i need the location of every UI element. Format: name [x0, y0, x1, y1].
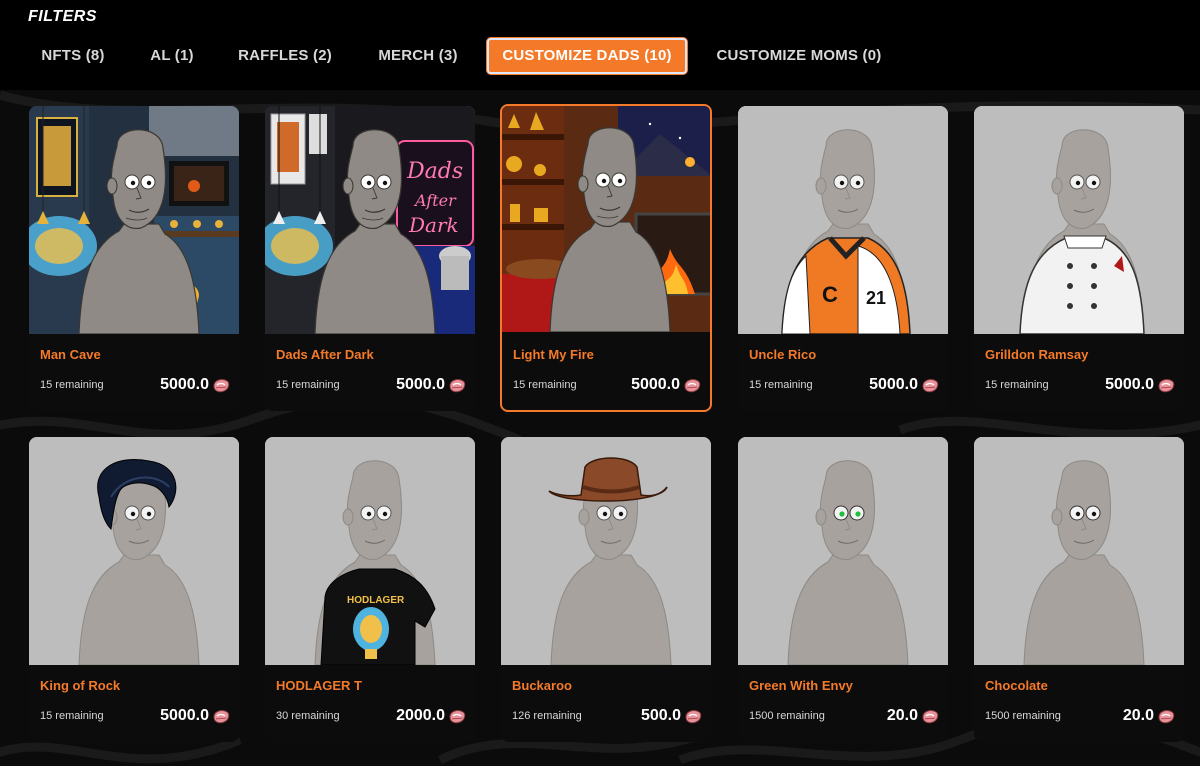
man-cave-art: [29, 106, 239, 334]
product-card[interactable]: Buckaroo 126 remaining 500.0: [501, 437, 711, 742]
tab-customize-dads[interactable]: CUSTOMIZE DADS (10): [487, 38, 687, 74]
steak-icon: [922, 709, 939, 724]
filter-tabs: NFTS (8) AL (1) RAFFLES (2) MERCH (3) CU…: [0, 38, 1200, 74]
steak-icon: [684, 378, 701, 393]
shirt-text: HODLAGER: [347, 595, 405, 606]
cowboy-hat-art: [501, 437, 711, 665]
pompadour-hair-art: [29, 437, 239, 665]
product-card[interactable]: HODLAGER HODLAGER T 30 remaining 2000.0: [265, 437, 475, 742]
product-name: Light My Fire: [513, 347, 594, 362]
product-remaining: 30 remaining: [276, 710, 340, 722]
product-remaining: 15 remaining: [985, 379, 1049, 391]
product-price: 2000.0: [396, 707, 445, 724]
neon-sign-dark: Dark: [408, 213, 459, 237]
steak-icon: [449, 709, 466, 724]
product-price: 5000.0: [160, 707, 209, 724]
product-remaining: 15 remaining: [276, 379, 340, 391]
product-card[interactable]: Dads After Dark Dads After Dark 15 remai…: [265, 106, 475, 411]
product-remaining: 15 remaining: [40, 379, 104, 391]
jacket-letter: C: [822, 282, 838, 307]
product-name: Chocolate: [985, 678, 1048, 693]
product-remaining: 1500 remaining: [749, 710, 825, 722]
green-eyes-art: [738, 437, 948, 665]
tab-merch[interactable]: MERCH (3): [366, 38, 470, 74]
letterman-jacket-art: C 21: [738, 106, 948, 334]
tab-nfts[interactable]: NFTS (8): [30, 38, 116, 74]
product-price: 500.0: [640, 707, 681, 724]
filters-title: FILTERS: [28, 8, 97, 25]
light-my-fire-art: [502, 106, 710, 332]
neon-sign-dads: Dads: [406, 159, 463, 184]
product-card[interactable]: C 21 Uncle Rico 15 remaining 5000.0: [738, 106, 948, 411]
tab-raffles[interactable]: RAFFLES (2): [226, 38, 344, 74]
product-price: 5000.0: [1105, 376, 1154, 393]
steak-icon: [1158, 709, 1175, 724]
product-remaining: 15 remaining: [513, 379, 577, 391]
steak-icon: [213, 709, 230, 724]
product-price: 20.0: [886, 707, 918, 724]
jacket-number: 21: [866, 288, 886, 308]
product-price: 5000.0: [869, 376, 918, 393]
steak-icon: [1158, 378, 1175, 393]
product-remaining: 1500 remaining: [985, 710, 1061, 722]
product-name: Grilldon Ramsay: [985, 347, 1089, 362]
product-card-selected[interactable]: Light My Fire 15 remaining 5000.0: [500, 104, 712, 412]
product-card[interactable]: King of Rock 15 remaining 5000.0: [29, 437, 239, 742]
tab-al[interactable]: AL (1): [138, 38, 206, 74]
plain-dad-art: [974, 437, 1184, 665]
steak-icon: [685, 709, 702, 724]
product-price: 5000.0: [396, 376, 445, 393]
product-name: Dads After Dark: [276, 347, 374, 362]
steak-icon: [449, 378, 466, 393]
product-remaining: 126 remaining: [512, 710, 582, 722]
chef-jacket-art: [974, 106, 1184, 334]
product-name: HODLAGER T: [276, 678, 362, 693]
tab-customize-moms[interactable]: CUSTOMIZE MOMS (0): [706, 38, 892, 74]
product-price: 20.0: [1122, 707, 1154, 724]
product-remaining: 15 remaining: [40, 710, 104, 722]
product-name: Green With Envy: [749, 678, 853, 693]
product-card[interactable]: Grilldon Ramsay 15 remaining 5000.0: [974, 106, 1184, 411]
dads-after-dark-art: Dads After Dark: [265, 106, 475, 334]
product-card[interactable]: Chocolate 1500 remaining 20.0: [974, 437, 1184, 742]
product-remaining: 15 remaining: [749, 379, 813, 391]
product-name: King of Rock: [40, 678, 121, 693]
product-price: 5000.0: [631, 376, 680, 393]
product-card[interactable]: Green With Envy 1500 remaining 20.0: [738, 437, 948, 742]
filter-bar: FILTERS NFTS (8) AL (1) RAFFLES (2) MERC…: [0, 0, 1200, 90]
product-price: 5000.0: [160, 376, 209, 393]
product-name: Man Cave: [40, 347, 101, 362]
steak-icon: [922, 378, 939, 393]
product-name: Uncle Rico: [749, 347, 817, 362]
steak-icon: [213, 378, 230, 393]
product-name: Buckaroo: [512, 678, 572, 693]
product-card[interactable]: Man Cave 15 remaining 5000.0: [29, 106, 239, 411]
neon-sign-after: After: [413, 191, 457, 210]
black-tshirt-art: HODLAGER: [265, 437, 475, 665]
